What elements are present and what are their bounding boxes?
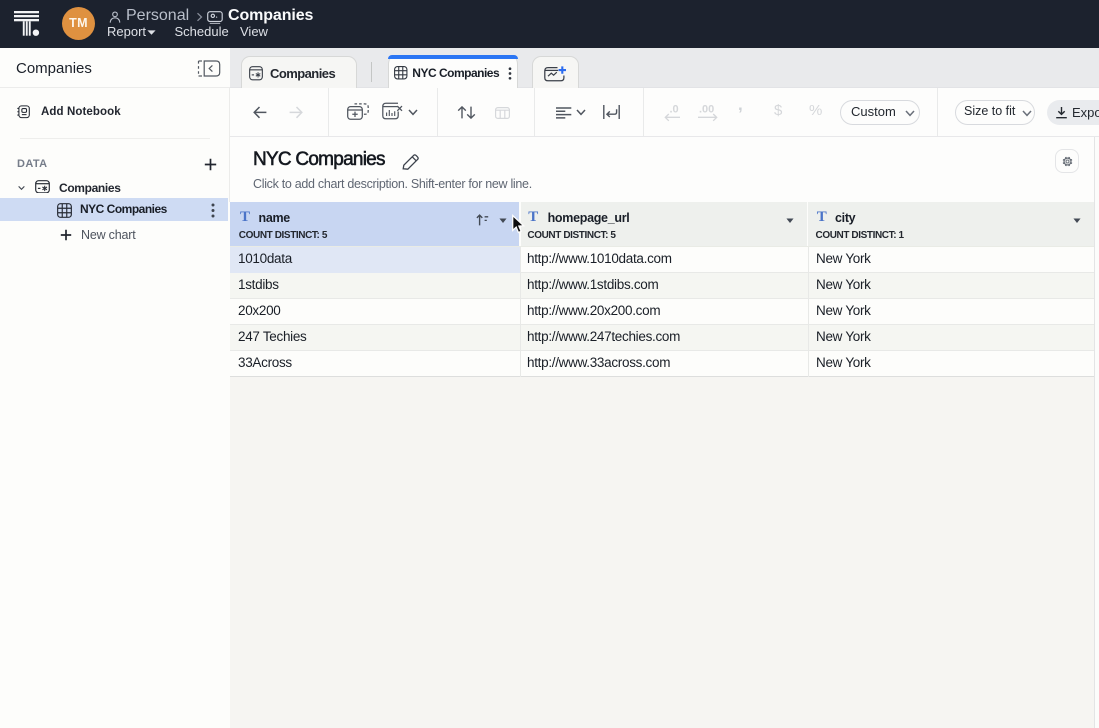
svg-text:.0: .0 xyxy=(670,104,679,116)
svg-text:.00: .00 xyxy=(699,104,714,116)
